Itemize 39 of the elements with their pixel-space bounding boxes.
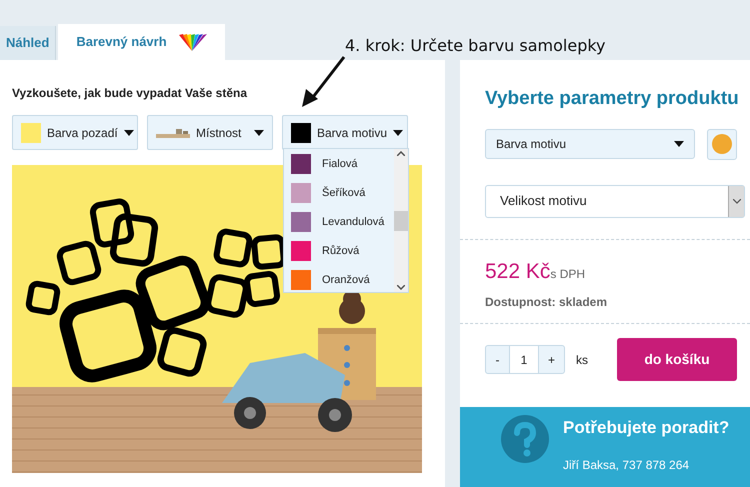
tab[interactable]: Náhled [0,26,56,60]
section-heading: Vyzkoušete, jak bude vypadat Vaše stěna [12,85,248,102]
price: 522 Kč [485,258,550,284]
tab[interactable]: Barevný návrh [58,24,225,60]
availability: Dostupnost: skladem [485,294,608,311]
color-option[interactable]: Oranžová [291,270,394,290]
color-option[interactable]: Růžová [291,241,394,261]
price-note: s DPH [550,266,586,282]
increase-button[interactable]: + [539,346,564,373]
decrease-button[interactable]: - [486,346,509,373]
caret-icon [393,130,404,136]
step-annotation: 4. krok: Určete barvu samolepky [345,35,606,57]
scroll-up-icon [397,151,405,156]
caret-icon [124,130,134,136]
color-fan-icon [176,32,207,52]
scrollbar-thumb[interactable] [394,210,408,230]
chevron-down-icon [732,198,740,204]
color-option[interactable]: Fialová [291,154,394,174]
help-contact: Jiří Baksa, 737 878 264 [563,456,690,474]
panel-title: Vyberte parametry produktu [485,87,737,111]
question-mark-icon [501,415,549,463]
help-title: Potřebujete poradit? [563,417,730,439]
scroll-down-icon [397,285,405,290]
caret-icon [674,141,684,147]
motif-color-dropdown[interactable]: Barva motivu [485,129,696,159]
caret-icon [254,130,264,136]
dropdown-button[interactable]: Místnost [147,115,273,150]
color-option[interactable]: Šeříková [291,183,394,203]
dropdown-button[interactable]: Barva motivu [282,115,408,150]
scrollbar[interactable] [394,149,408,292]
furniture-icon [156,128,190,138]
size-dropdown[interactable]: Velikost motivu [485,184,745,218]
unit-label: ks [576,352,588,368]
add-to-cart-button[interactable]: do košíku [617,338,737,381]
quantity-field[interactable]: 1 [509,346,539,373]
dropdown-button[interactable]: Barva pozadí [12,115,138,150]
color-swatch-button[interactable] [707,128,737,160]
color-option[interactable]: Levandulová [291,212,394,232]
arrow-drawing [300,55,346,109]
